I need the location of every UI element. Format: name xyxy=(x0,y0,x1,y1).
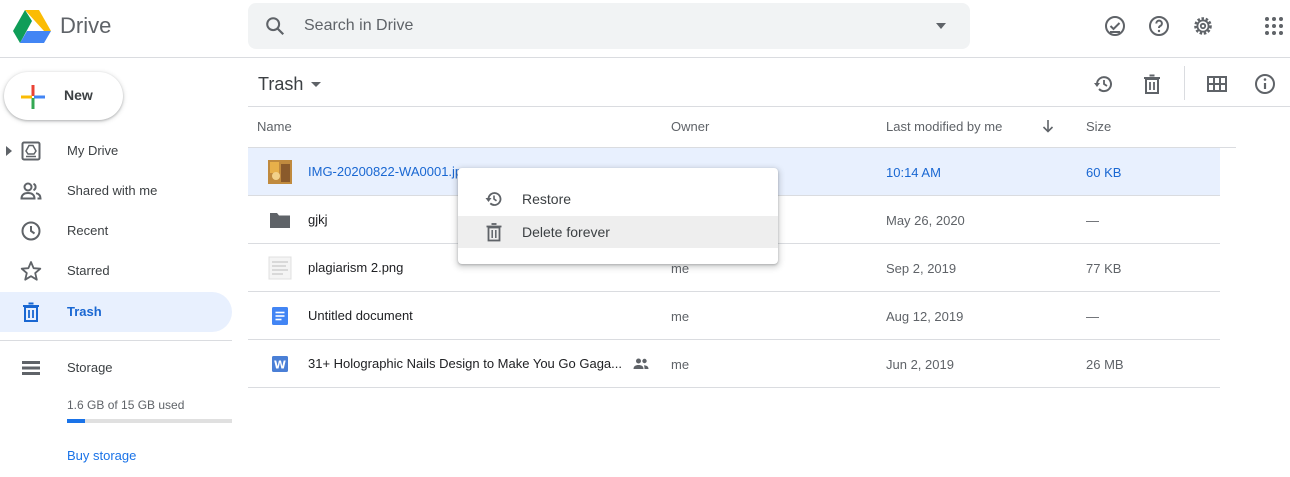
sidebar-item-label: Shared with me xyxy=(67,183,158,198)
column-header-name[interactable]: Name xyxy=(257,119,292,134)
sidebar-item-label: Recent xyxy=(67,223,109,238)
file-size: 26 MB xyxy=(1086,357,1124,372)
search-icon[interactable] xyxy=(264,15,286,37)
file-name: IMG-20200822-WA0001.jpg xyxy=(308,164,470,179)
word-doc-icon: W xyxy=(272,356,288,372)
file-owner: me xyxy=(671,309,690,324)
storage-usage-text: 1.6 GB of 15 GB used xyxy=(67,398,185,412)
file-name: plagiarism 2.png xyxy=(308,260,404,275)
sidebar-item-label: Storage xyxy=(67,360,113,375)
breadcrumb-caret-icon[interactable] xyxy=(310,78,322,90)
empty-trash-icon[interactable] xyxy=(1140,72,1164,96)
column-header-owner[interactable]: Owner xyxy=(671,119,709,134)
file-row[interactable]: W 31+ Holographic Nails Design to Make Y… xyxy=(248,340,1220,388)
sidebar-item-label: Trash xyxy=(67,304,102,319)
file-row[interactable]: Untitled document me Aug 12, 2019 — xyxy=(248,292,1220,340)
column-header-size[interactable]: Size xyxy=(1086,119,1111,134)
new-button-label: New xyxy=(64,87,93,103)
restore-all-icon[interactable] xyxy=(1092,72,1116,96)
png-thumbnail-icon xyxy=(268,256,292,280)
search-input[interactable] xyxy=(304,15,904,37)
menu-item-delete-forever[interactable]: Delete forever xyxy=(458,216,778,248)
sidebar-item-my-drive[interactable]: My Drive xyxy=(0,131,232,171)
menu-item-restore[interactable]: Restore xyxy=(458,183,778,215)
storage-progress-fill xyxy=(67,419,85,423)
new-button[interactable]: New xyxy=(4,72,123,120)
sidebar-item-label: My Drive xyxy=(67,143,119,158)
shared-icon xyxy=(20,182,42,200)
file-modified: Jun 2, 2019 xyxy=(886,357,954,372)
file-owner: me xyxy=(671,357,690,372)
info-icon[interactable] xyxy=(1253,72,1277,96)
sidebar-divider xyxy=(0,340,232,341)
file-size: — xyxy=(1086,213,1099,228)
context-menu: Restore Delete forever xyxy=(458,168,778,264)
file-modified: Aug 12, 2019 xyxy=(886,309,964,324)
sort-descending-icon[interactable] xyxy=(1040,118,1056,134)
column-header-modified[interactable]: Last modified by me xyxy=(886,119,1002,134)
toolbar-divider xyxy=(1184,66,1185,100)
menu-item-label: Delete forever xyxy=(522,224,610,240)
google-doc-icon xyxy=(272,307,288,325)
offline-ready-icon[interactable] xyxy=(1103,14,1127,38)
file-name: Untitled document xyxy=(308,308,413,323)
svg-text:W: W xyxy=(274,359,286,372)
storage-progress-bar xyxy=(67,419,232,423)
breadcrumb[interactable]: Trash xyxy=(258,74,303,95)
file-size: — xyxy=(1086,309,1099,324)
top-bar: Drive xyxy=(0,0,1290,58)
trash-icon xyxy=(23,302,39,322)
image-thumbnail-icon xyxy=(268,160,292,184)
file-modified: 10:14 AM xyxy=(886,165,941,180)
sidebar-item-storage[interactable]: Storage xyxy=(0,348,232,388)
search-box[interactable] xyxy=(248,3,970,49)
file-modified: May 26, 2020 xyxy=(886,213,965,228)
file-size: 77 KB xyxy=(1086,261,1122,276)
storage-icon xyxy=(22,361,40,375)
shared-people-icon xyxy=(633,358,649,369)
sidebar-item-starred[interactable]: Starred xyxy=(0,251,232,291)
menu-item-label: Restore xyxy=(522,191,572,207)
sidebar-item-label: Starred xyxy=(67,263,110,278)
my-drive-icon xyxy=(21,141,41,161)
brand-name[interactable]: Drive xyxy=(60,13,111,39)
search-options-icon[interactable] xyxy=(933,18,949,34)
buy-storage-link[interactable]: Buy storage xyxy=(67,448,136,463)
sidebar-item-shared-with-me[interactable]: Shared with me xyxy=(0,171,232,211)
file-name: gjkj xyxy=(308,212,328,227)
help-icon[interactable] xyxy=(1147,14,1171,38)
delete-icon xyxy=(486,223,502,242)
folder-icon xyxy=(270,213,290,228)
sidebar-item-trash[interactable]: Trash xyxy=(0,292,232,332)
drive-logo-icon[interactable] xyxy=(12,8,52,44)
expand-caret-icon[interactable] xyxy=(4,145,14,157)
clock-icon xyxy=(21,221,41,241)
restore-icon xyxy=(485,192,502,206)
sidebar-item-recent[interactable]: Recent xyxy=(0,211,232,251)
star-icon xyxy=(20,261,42,281)
plus-icon xyxy=(21,85,45,109)
settings-gear-icon[interactable] xyxy=(1191,14,1215,38)
grid-view-icon[interactable] xyxy=(1205,72,1229,96)
file-name: 31+ Holographic Nails Design to Make You… xyxy=(308,356,622,371)
file-modified: Sep 2, 2019 xyxy=(886,261,957,276)
apps-grid-icon[interactable] xyxy=(1262,14,1286,38)
toolbar-divider-line xyxy=(248,106,1290,107)
file-size: 60 KB xyxy=(1086,165,1122,180)
